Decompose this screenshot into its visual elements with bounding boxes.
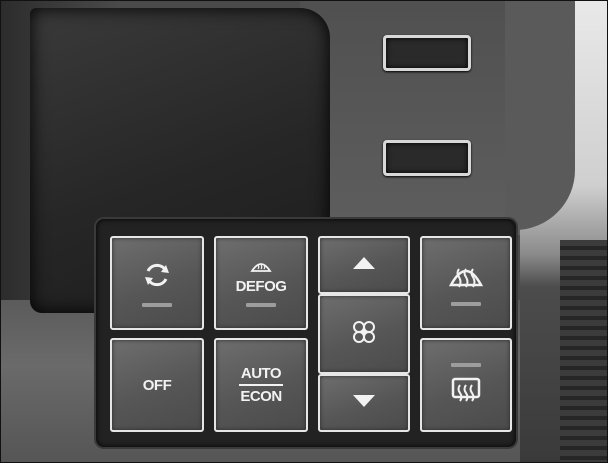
right-trim-curve	[505, 0, 575, 230]
off-label: OFF	[142, 376, 172, 394]
econ-label: ECON	[240, 388, 282, 405]
upper-slot-button[interactable]	[383, 35, 471, 71]
rear-defrost-icon	[451, 377, 481, 408]
lower-slot-button[interactable]	[383, 140, 471, 176]
divider-line	[239, 384, 283, 386]
indicator-light	[246, 303, 276, 307]
fan-icon	[352, 320, 376, 349]
indicator-light	[451, 362, 481, 367]
triangle-up-icon	[353, 256, 375, 274]
dashboard-photo: DEFOG OFF AUTO ECON	[0, 0, 608, 463]
front-defrost-button[interactable]	[420, 236, 512, 330]
front-defrost-icon	[448, 261, 484, 294]
defog-button[interactable]: DEFOG	[214, 236, 308, 330]
air-vent	[560, 240, 608, 463]
fan-speed-up-button[interactable]	[318, 236, 410, 294]
indicator-light	[142, 302, 172, 307]
rear-defrost-button[interactable]	[420, 338, 512, 432]
auto-econ-button[interactable]: AUTO ECON	[214, 338, 308, 432]
windshield-icon	[250, 259, 272, 278]
recirculate-icon	[142, 260, 172, 295]
triangle-down-icon	[353, 394, 375, 412]
indicator-light	[451, 301, 481, 306]
defog-label: DEFOG	[235, 278, 287, 295]
fan-speed-down-button[interactable]	[318, 374, 410, 432]
off-button[interactable]: OFF	[110, 338, 204, 432]
fan-button[interactable]	[318, 294, 410, 374]
auto-label: AUTO	[240, 365, 282, 382]
recirculate-button[interactable]	[110, 236, 204, 330]
